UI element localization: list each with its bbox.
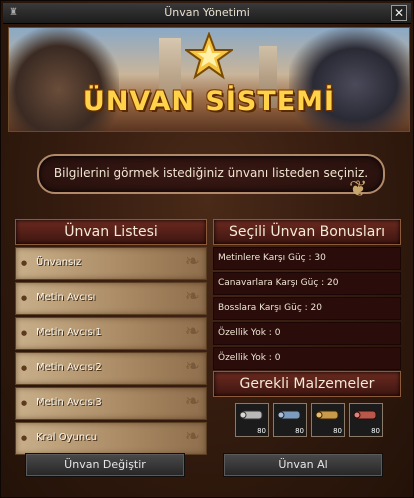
bullet-icon: ● (21, 399, 28, 407)
bullet-icon: ● (21, 259, 28, 267)
bullet-icon: ● (21, 434, 28, 442)
swirl-decoration-icon: ❧ (184, 286, 200, 307)
material-slot[interactable]: 80 (235, 403, 269, 437)
scroll-gray-icon (240, 410, 263, 420)
change-title-button[interactable]: Ünvan Değiştir (25, 453, 185, 477)
bonus-row: Bosslara Karşı Güç : 20 (213, 297, 401, 320)
title-list-item[interactable]: ● Ünvansız ❧ (15, 247, 207, 280)
title-list-header: Ünvan Listesi (15, 219, 207, 245)
materials-header: Gerekli Malzemeler (213, 371, 401, 397)
swirl-decoration-icon: ❧ (184, 391, 200, 412)
scroll-gold-icon (316, 410, 339, 420)
star-icon (185, 32, 233, 80)
material-quantity: 80 (257, 427, 266, 435)
title-list-item-label: Metin Avcısı1 (36, 327, 102, 338)
title-list-item[interactable]: ● Kral Oyuncu ❧ (15, 422, 207, 455)
material-slot[interactable]: 80 (311, 403, 345, 437)
bullet-icon: ● (21, 364, 28, 372)
ornament-icon: ❦ (349, 177, 368, 202)
scroll-blue-icon (278, 410, 301, 420)
material-quantity: 80 (333, 427, 342, 435)
swirl-decoration-icon: ❧ (184, 251, 200, 272)
banner-title: ÜNVAN SİSTEMİ (82, 86, 336, 117)
swirl-decoration-icon: ❧ (184, 321, 200, 342)
window-title: Ünvan Yönetimi (164, 6, 250, 19)
title-list-item-label: Metin Avcısı3 (36, 397, 102, 408)
bonus-row: Metinlere Karşı Güç : 30 (213, 247, 401, 270)
info-message-box: Bilgilerini görmek istediğiniz ünvanı li… (37, 154, 385, 194)
title-list: ● Ünvansız ❧ ● Metin Avcısı ❧ ● Metin Av… (15, 247, 207, 457)
get-title-button[interactable]: Ünvan Al (223, 453, 383, 477)
title-list-item-label: Metin Avcısı2 (36, 362, 102, 373)
bonus-row: Özellik Yok : 0 (213, 322, 401, 345)
bullet-icon: ● (21, 329, 28, 337)
banner: ÜNVAN SİSTEMİ (8, 27, 410, 132)
materials-row: 80 80 80 80 (235, 403, 395, 437)
material-slot[interactable]: 80 (273, 403, 307, 437)
title-list-item-label: Ünvansız (36, 257, 82, 268)
material-quantity: 80 (295, 427, 304, 435)
material-slot[interactable]: 80 (349, 403, 383, 437)
bonuses-header: Seçili Ünvan Bonusları (213, 219, 401, 245)
title-management-window: ♜ Ünvan Yönetimi ✕ ÜNVAN SİSTEMİ Bilgile… (0, 0, 414, 498)
swirl-decoration-icon: ❧ (184, 426, 200, 447)
title-list-item[interactable]: ● Metin Avcısı1 ❧ (15, 317, 207, 350)
bonus-list: Metinlere Karşı Güç : 30 Canavarlara Kar… (213, 247, 401, 372)
title-bar[interactable]: ♜ Ünvan Yönetimi ✕ (3, 3, 411, 24)
info-message: Bilgilerini görmek istediğiniz ünvanı li… (53, 166, 369, 180)
title-list-item-label: Kral Oyuncu (36, 432, 98, 443)
swirl-decoration-icon: ❧ (184, 356, 200, 377)
material-quantity: 80 (371, 427, 380, 435)
scroll-red-icon (354, 410, 377, 420)
bonus-row: Canavarlara Karşı Güç : 20 (213, 272, 401, 295)
bonus-row: Özellik Yok : 0 (213, 347, 401, 370)
title-list-item-label: Metin Avcısı (36, 292, 96, 303)
title-list-item[interactable]: ● Metin Avcısı2 ❧ (15, 352, 207, 385)
title-list-item[interactable]: ● Metin Avcısı ❧ (15, 282, 207, 315)
title-list-item[interactable]: ● Metin Avcısı3 ❧ (15, 387, 207, 420)
close-button[interactable]: ✕ (391, 5, 407, 21)
bullet-icon: ● (21, 294, 28, 302)
